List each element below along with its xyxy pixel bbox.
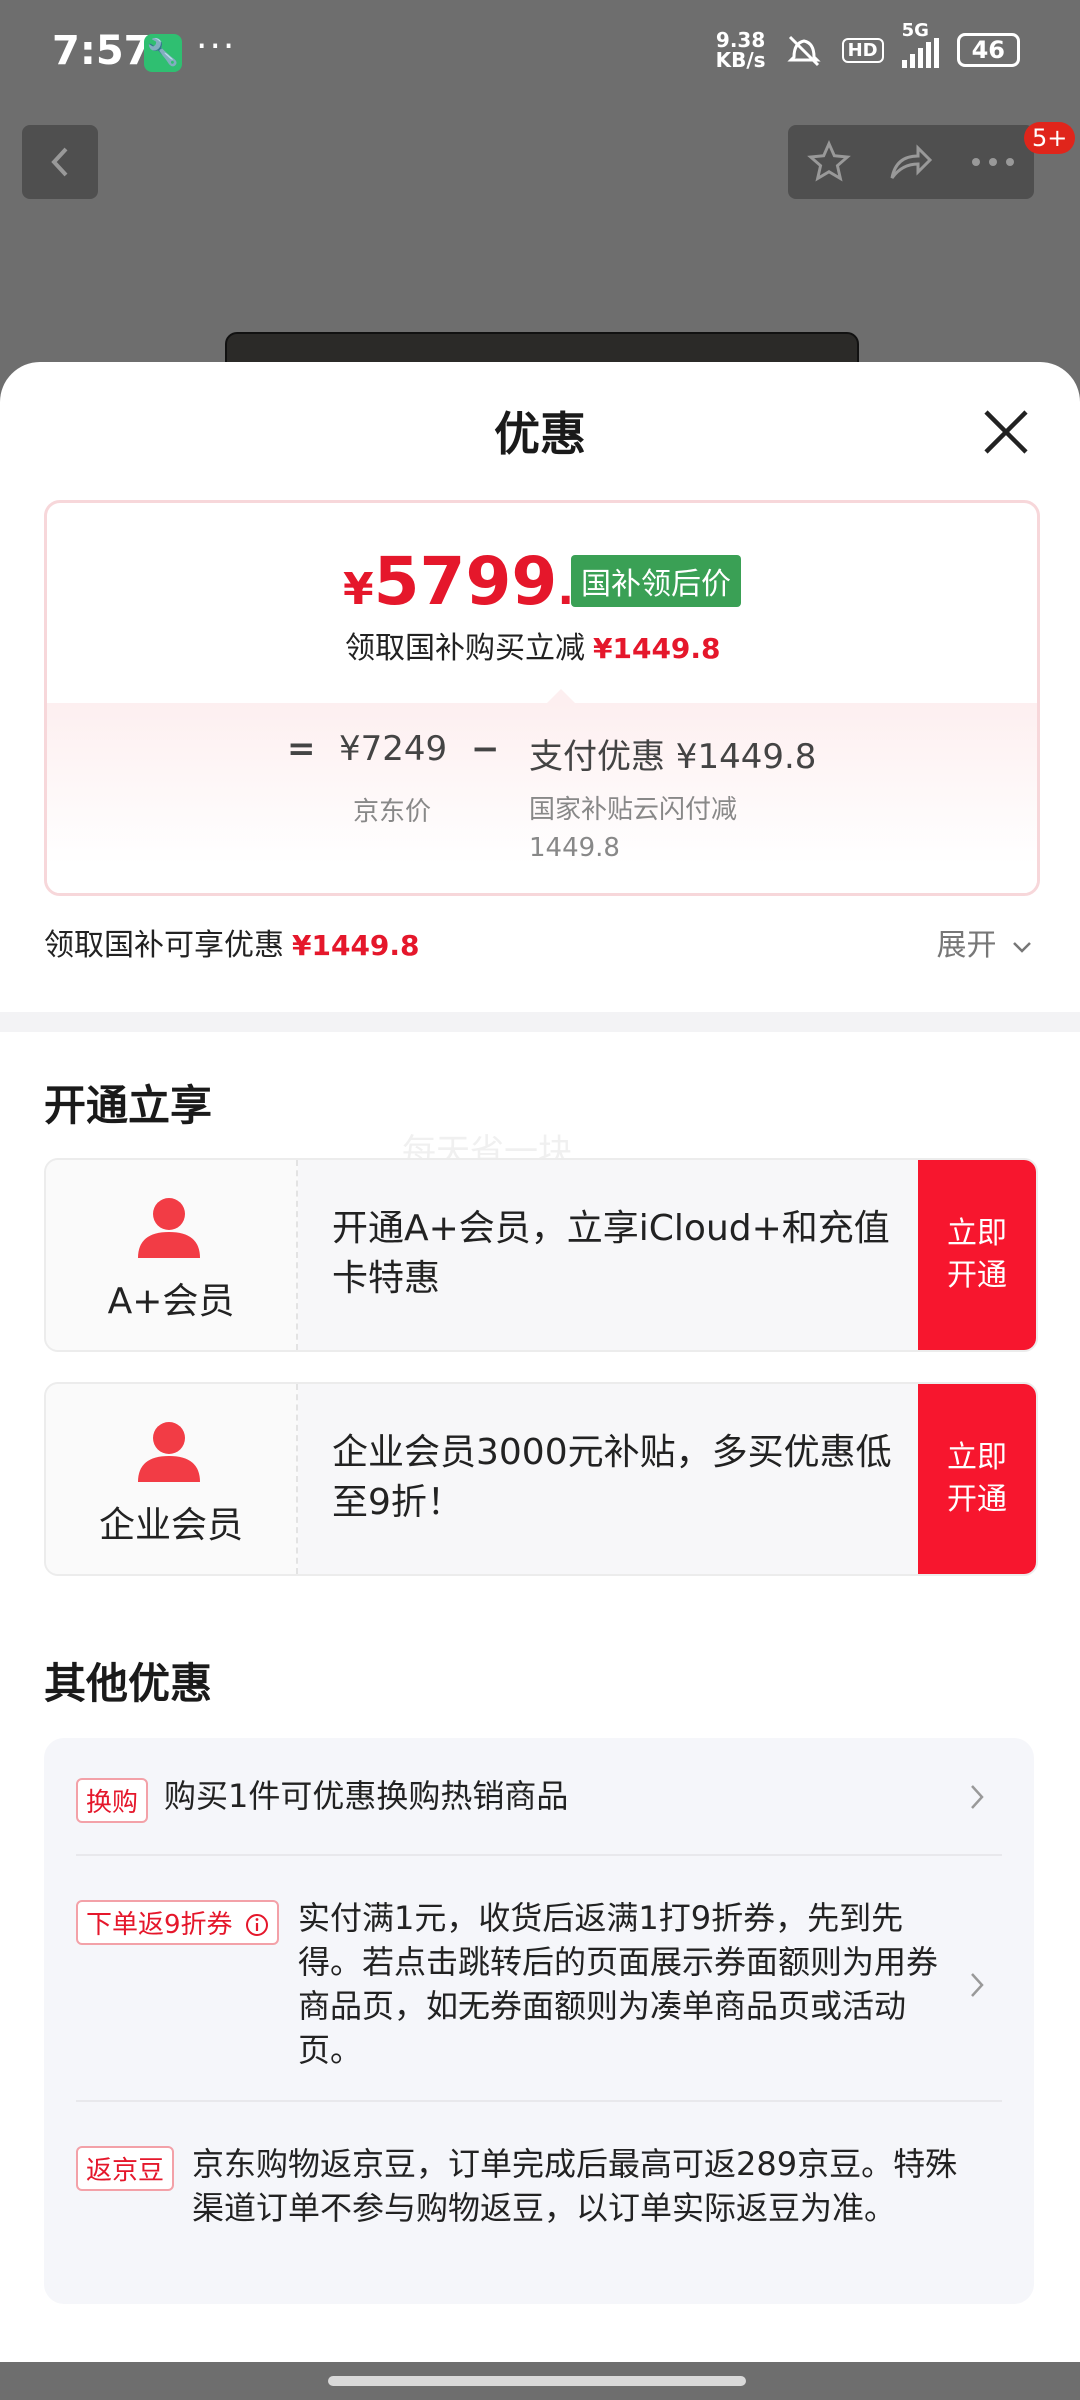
- offer-tag: 返京豆: [76, 2146, 175, 2191]
- status-bar: 7:57 🔧 ··· 9.38 KB/s HD 5G 46: [0, 0, 1080, 110]
- chevron-left-icon: [51, 147, 68, 177]
- signal-icon: [901, 38, 939, 68]
- member-name: A+会员: [107, 1281, 235, 1322]
- info-icon: [245, 1914, 268, 1936]
- offer-item-beans: 返京豆 京东购物返京豆，订单完成后最高可返289京豆。特殊渠道订单不参与购物返豆…: [76, 2142, 1002, 2282]
- member-desc: 企业会员3000元补贴，多买优惠低至9折！: [332, 1432, 892, 1523]
- wrench-icon: 🔧: [144, 34, 182, 72]
- other-offers-title: 其他优惠: [44, 1659, 213, 1708]
- user-icon: [138, 1422, 200, 1482]
- activate-button[interactable]: 立即 开通: [918, 1384, 1036, 1574]
- favorite-button[interactable]: [788, 125, 870, 199]
- equals-sign: =: [287, 729, 316, 769]
- offer-text: 京东购物返京豆，订单完成后最高可返289京豆。特殊渠道订单不参与购物返豆，以订单…: [192, 2145, 958, 2227]
- star-icon: [807, 140, 851, 182]
- more-button[interactable]: [952, 125, 1034, 199]
- back-button[interactable]: [22, 125, 98, 199]
- expand-toggle[interactable]: 展开: [936, 920, 1034, 964]
- network-type: 5G: [901, 20, 929, 41]
- offer-tag: 换购: [76, 1778, 149, 1823]
- membership-title: 开通立享: [44, 1081, 213, 1130]
- message-badge: 5+: [1024, 122, 1076, 154]
- section-divider: [0, 1012, 1080, 1032]
- offer-tag: 下单返9折券: [76, 1900, 279, 1945]
- discount-sheet: 优惠 ¥5799.2 国补领后价 领取国补购买立减¥1449.8 = ¥7249…: [0, 362, 1080, 2362]
- home-indicator[interactable]: [328, 2376, 746, 2386]
- offer-item-coupon[interactable]: 下单返9折券 实付满1元，收货后返满1打9折券，先到先得。若点击跳转后的页面展示…: [76, 1896, 1002, 2086]
- minus-sign: −: [471, 729, 500, 769]
- offer-item-exchange[interactable]: 换购 购买1件可优惠换购热销商品: [76, 1774, 1002, 1834]
- member-card-enterprise[interactable]: 企业会员 企业会员3000元补贴，多买优惠低至9折！ 立即 开通: [44, 1382, 1038, 1576]
- offer-text: 实付满1元，收货后返满1打9折券，先到先得。若点击跳转后的页面展示券面额则为用券…: [298, 1899, 939, 2069]
- other-offers-list: 换购 购买1件可优惠换购热销商品 下单返9折券 实付满1元，收货后返满1打9折券…: [44, 1738, 1034, 2304]
- chevron-down-icon: [1013, 942, 1031, 953]
- activate-button[interactable]: 立即 开通: [918, 1160, 1036, 1350]
- close-icon: [984, 410, 1028, 454]
- price-card: ¥5799.2 国补领后价 领取国补购买立减¥1449.8 = ¥7249 − …: [44, 500, 1040, 896]
- subsidy-price-tag: 国补领后价: [571, 555, 741, 607]
- hd-icon: HD: [841, 37, 884, 63]
- battery-icon: 46: [956, 33, 1020, 67]
- jd-price: ¥7249: [339, 729, 448, 769]
- member-card-aplus[interactable]: A+会员 开通A+会员，立享iCloud+和充值卡特惠 立即 开通: [44, 1158, 1038, 1352]
- nav-action-group: [788, 125, 1034, 199]
- sheet-title: 优惠: [494, 407, 586, 461]
- discount-summary: 领取国补可享优惠 ¥1449.8 展开: [44, 920, 1034, 964]
- more-icon: [972, 158, 1014, 166]
- offer-text: 购买1件可优惠换购热销商品: [164, 1777, 569, 1815]
- jd-price-label: 京东价: [353, 797, 432, 827]
- share-icon: [890, 144, 933, 179]
- claim-line: 领取国补购买立减 ¥1449.8: [345, 631, 721, 666]
- pay-discount: 支付优惠 ¥1449.8: [529, 737, 817, 777]
- user-icon: [138, 1198, 200, 1258]
- close-button[interactable]: [976, 402, 1036, 462]
- network-speed: 9.38 KB/s: [715, 28, 766, 72]
- chevron-right-icon: [971, 1785, 984, 1809]
- status-time: 7:57: [52, 28, 152, 74]
- status-overflow: ···: [196, 26, 237, 67]
- muted-bell-icon: [786, 35, 821, 67]
- pay-discount-desc: 国家补贴云闪付减1449.8: [529, 795, 738, 863]
- final-price: ¥5799.2: [343, 543, 605, 620]
- share-button[interactable]: [870, 125, 952, 199]
- member-desc: 开通A+会员，立享iCloud+和充值卡特惠: [332, 1208, 890, 1299]
- member-name: 企业会员: [98, 1505, 243, 1546]
- chevron-right-icon: [971, 1973, 984, 1997]
